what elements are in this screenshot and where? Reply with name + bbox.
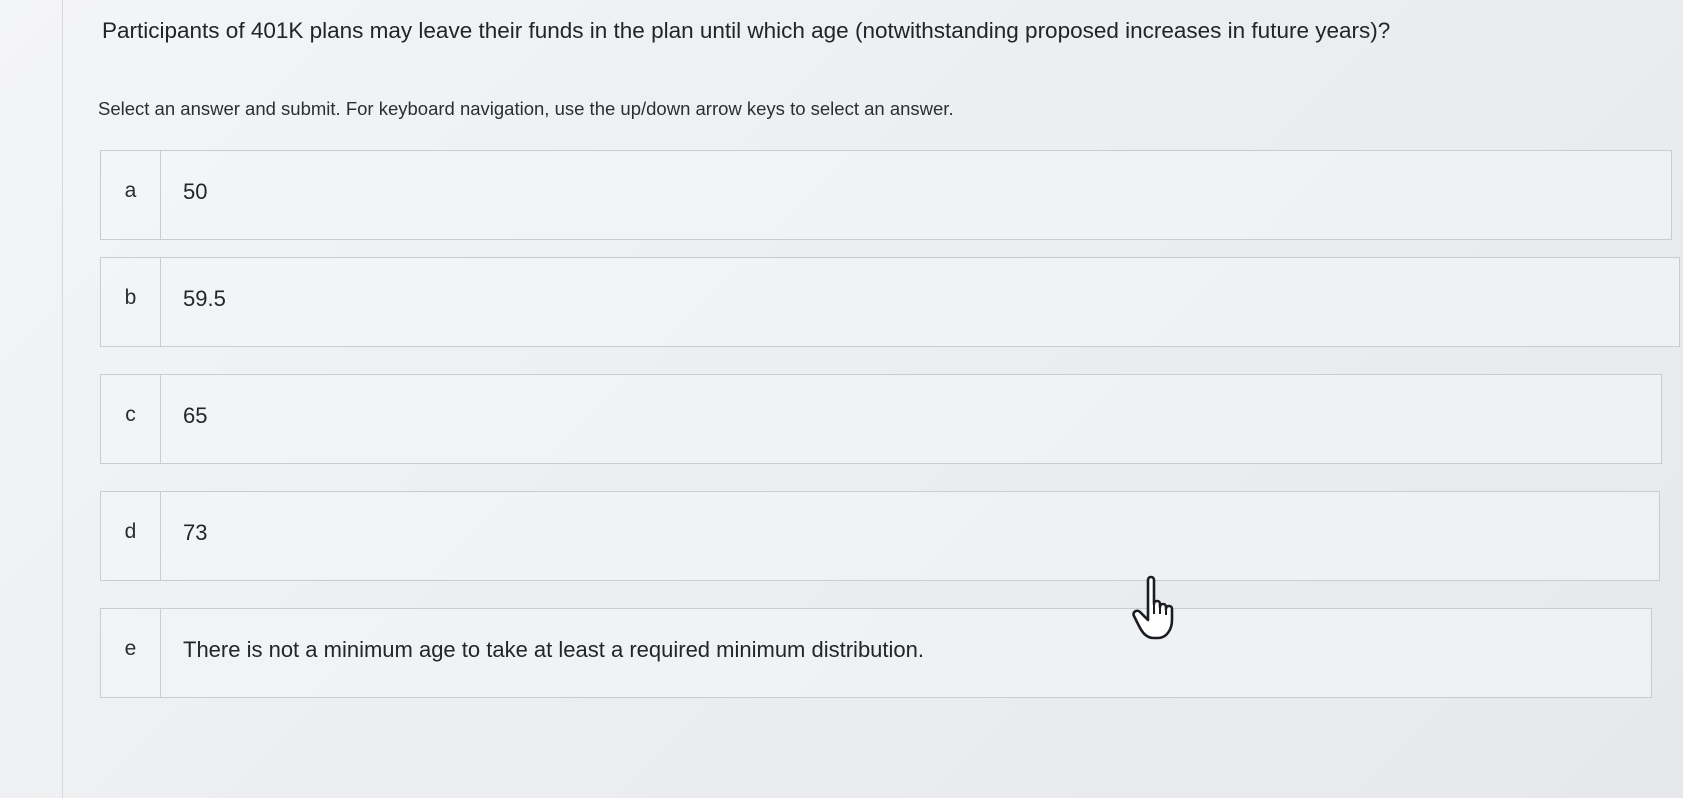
- answer-option-a[interactable]: a 50: [100, 150, 1672, 240]
- option-letter: e: [101, 609, 161, 697]
- answer-option-b[interactable]: b 59.5: [100, 257, 1680, 347]
- hand-pointer-icon: [1132, 575, 1174, 640]
- option-letter: b: [101, 258, 161, 346]
- content-left-border: [62, 0, 63, 798]
- option-text: 59.5: [183, 286, 226, 311]
- option-letter: c: [101, 375, 161, 463]
- quiz-page: Participants of 401K plans may leave the…: [0, 0, 1683, 798]
- option-text: 73: [183, 520, 208, 545]
- answer-option-c[interactable]: c 65: [100, 374, 1662, 464]
- answer-instructions: Select an answer and submit. For keyboar…: [98, 98, 954, 119]
- option-letter: d: [101, 492, 161, 580]
- option-letter: a: [101, 151, 161, 239]
- answer-option-e[interactable]: e There is not a minimum age to take at …: [100, 608, 1652, 698]
- option-text: 65: [183, 403, 208, 428]
- option-text: 50: [183, 179, 208, 204]
- answer-option-d[interactable]: d 73: [100, 491, 1660, 581]
- question-text: Participants of 401K plans may leave the…: [102, 18, 1391, 43]
- option-text: There is not a minimum age to take at le…: [183, 637, 924, 662]
